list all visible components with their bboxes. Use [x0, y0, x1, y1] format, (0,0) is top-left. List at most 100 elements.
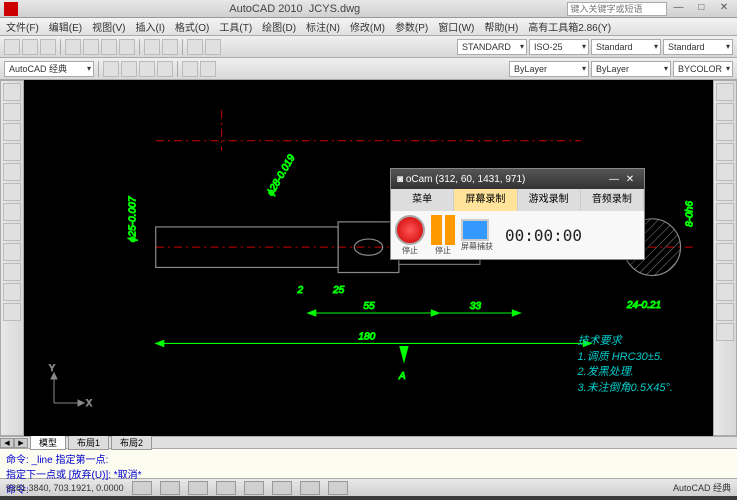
ocam-minimize[interactable]: — [606, 174, 622, 185]
layer-color-dropdown[interactable]: ByLayer [509, 61, 589, 77]
text-tool[interactable] [3, 223, 21, 241]
menu-tools[interactable]: 工具(T) [219, 19, 252, 34]
ocam-close[interactable]: ✕ [622, 174, 638, 185]
dim-style-dropdown[interactable]: ISO-25 [529, 39, 589, 55]
tb2-btn[interactable] [139, 61, 155, 77]
ortho-toggle[interactable] [188, 481, 208, 495]
paste-button[interactable] [119, 39, 135, 55]
menu-param[interactable]: 参数(P) [395, 19, 428, 34]
line-tool[interactable] [3, 83, 21, 101]
close-button[interactable]: ✕ [715, 2, 733, 16]
minimize-button[interactable]: — [669, 2, 687, 16]
offset-tool[interactable] [716, 143, 734, 161]
std2-dropdown[interactable]: Standard [591, 39, 661, 55]
ocam-window[interactable]: ◙ oCam (312, 60, 1431, 971) — ✕ 菜单 屏幕录制 … [390, 168, 645, 260]
open-button[interactable] [22, 39, 38, 55]
workspace-dropdown[interactable]: AutoCAD 经典 [4, 61, 94, 77]
ellipse-tool[interactable] [3, 183, 21, 201]
osnap-toggle[interactable] [244, 481, 264, 495]
circle-tool[interactable] [3, 123, 21, 141]
tb2-btn[interactable] [157, 61, 173, 77]
move-tool[interactable] [716, 183, 734, 201]
menu-draw[interactable]: 绘图(D) [262, 19, 296, 34]
print-button[interactable] [65, 39, 81, 55]
menu-insert[interactable]: 插入(I) [135, 19, 164, 34]
snap-toggle[interactable] [132, 481, 152, 495]
menu-format[interactable]: 格式(O) [175, 19, 209, 34]
fillet-tool[interactable] [716, 283, 734, 301]
polar-toggle[interactable] [216, 481, 236, 495]
table-tool[interactable] [3, 283, 21, 301]
dim-24: 24-0.21 [626, 300, 661, 311]
menu-help[interactable]: 帮助(H) [484, 19, 518, 34]
ocam-tab-game[interactable]: 游戏录制 [518, 189, 581, 211]
help-search-input[interactable] [567, 2, 667, 16]
tab-scroll-left[interactable]: ◀ [0, 438, 14, 448]
command-line[interactable]: 命令: _line 指定第一点: 指定下一点或 [放弃(U)]: *取消* 命令… [0, 448, 737, 478]
menu-window[interactable]: 窗口(W) [438, 19, 474, 34]
app-icon [4, 2, 18, 16]
explode-tool[interactable] [716, 323, 734, 341]
ocam-tab-audio[interactable]: 音频录制 [581, 189, 644, 211]
tb2-btn[interactable] [121, 61, 137, 77]
erase-tool[interactable] [716, 83, 734, 101]
title-text: AutoCAD 2010 JCYS.dwg [22, 3, 567, 15]
point-tool[interactable] [3, 243, 21, 261]
menu-file[interactable]: 文件(F) [6, 19, 39, 34]
dyn-toggle[interactable] [300, 481, 320, 495]
ocam-tabs: 菜单 屏幕录制 游戏录制 音频录制 [391, 189, 644, 211]
ocam-tab-menu[interactable]: 菜单 [391, 189, 454, 211]
rect-tool[interactable] [3, 163, 21, 181]
tb2-btn[interactable] [182, 61, 198, 77]
ocam-record-button[interactable] [395, 215, 425, 245]
chamfer-tool[interactable] [716, 303, 734, 321]
ocam-tab-screen[interactable]: 屏幕录制 [454, 189, 517, 211]
maximize-button[interactable]: □ [692, 2, 710, 16]
block-tool[interactable] [3, 263, 21, 281]
tab-scroll-right[interactable]: ▶ [14, 438, 28, 448]
bycolor-dropdown[interactable]: BYCOLOR [673, 61, 733, 77]
otrack-toggle[interactable] [272, 481, 292, 495]
zoom-button[interactable] [205, 39, 221, 55]
array-tool[interactable] [716, 163, 734, 181]
mirror-tool[interactable] [716, 123, 734, 141]
ocam-pause-button[interactable] [431, 215, 455, 245]
lwt-toggle[interactable] [328, 481, 348, 495]
scale-tool[interactable] [716, 223, 734, 241]
linetype-dropdown[interactable]: ByLayer [591, 61, 671, 77]
dim-h8: 8-0h6 [685, 201, 696, 227]
rotate-tool[interactable] [716, 203, 734, 221]
polyline-tool[interactable] [3, 103, 21, 121]
redo-button[interactable] [162, 39, 178, 55]
text-style-dropdown[interactable]: STANDARD [457, 39, 527, 55]
menu-view[interactable]: 视图(V) [92, 19, 125, 34]
menu-edit[interactable]: 编辑(E) [49, 19, 82, 34]
hatch-tool[interactable] [3, 203, 21, 221]
copy-tool[interactable] [716, 103, 734, 121]
save-button[interactable] [40, 39, 56, 55]
extend-tool[interactable] [716, 263, 734, 281]
trim-tool[interactable] [716, 243, 734, 261]
tab-layout2[interactable]: 布局2 [111, 435, 152, 450]
undo-button[interactable] [144, 39, 160, 55]
dim-phi25: ϕ25-0.007 [127, 196, 138, 242]
menu-dimension[interactable]: 标注(N) [306, 19, 340, 34]
std3-dropdown[interactable]: Standard [663, 39, 733, 55]
ocam-capture-button[interactable] [461, 219, 489, 241]
menu-extra[interactable]: 高有工具箱2.86(Y) [528, 19, 611, 34]
region-tool[interactable] [3, 303, 21, 321]
section-a2: A [398, 371, 406, 382]
copy-button[interactable] [101, 39, 117, 55]
ocam-titlebar[interactable]: ◙ oCam (312, 60, 1431, 971) — ✕ [391, 169, 644, 189]
cut-button[interactable] [83, 39, 99, 55]
tab-layout1[interactable]: 布局1 [68, 435, 109, 450]
pan-button[interactable] [187, 39, 203, 55]
new-button[interactable] [4, 39, 20, 55]
arc-tool[interactable] [3, 143, 21, 161]
menu-modify[interactable]: 修改(M) [350, 19, 385, 34]
grid-toggle[interactable] [160, 481, 180, 495]
tab-model[interactable]: 模型 [30, 435, 66, 450]
menu-bar: 文件(F) 编辑(E) 视图(V) 插入(I) 格式(O) 工具(T) 绘图(D… [0, 18, 737, 36]
tb2-btn[interactable] [103, 61, 119, 77]
tb2-btn[interactable] [200, 61, 216, 77]
